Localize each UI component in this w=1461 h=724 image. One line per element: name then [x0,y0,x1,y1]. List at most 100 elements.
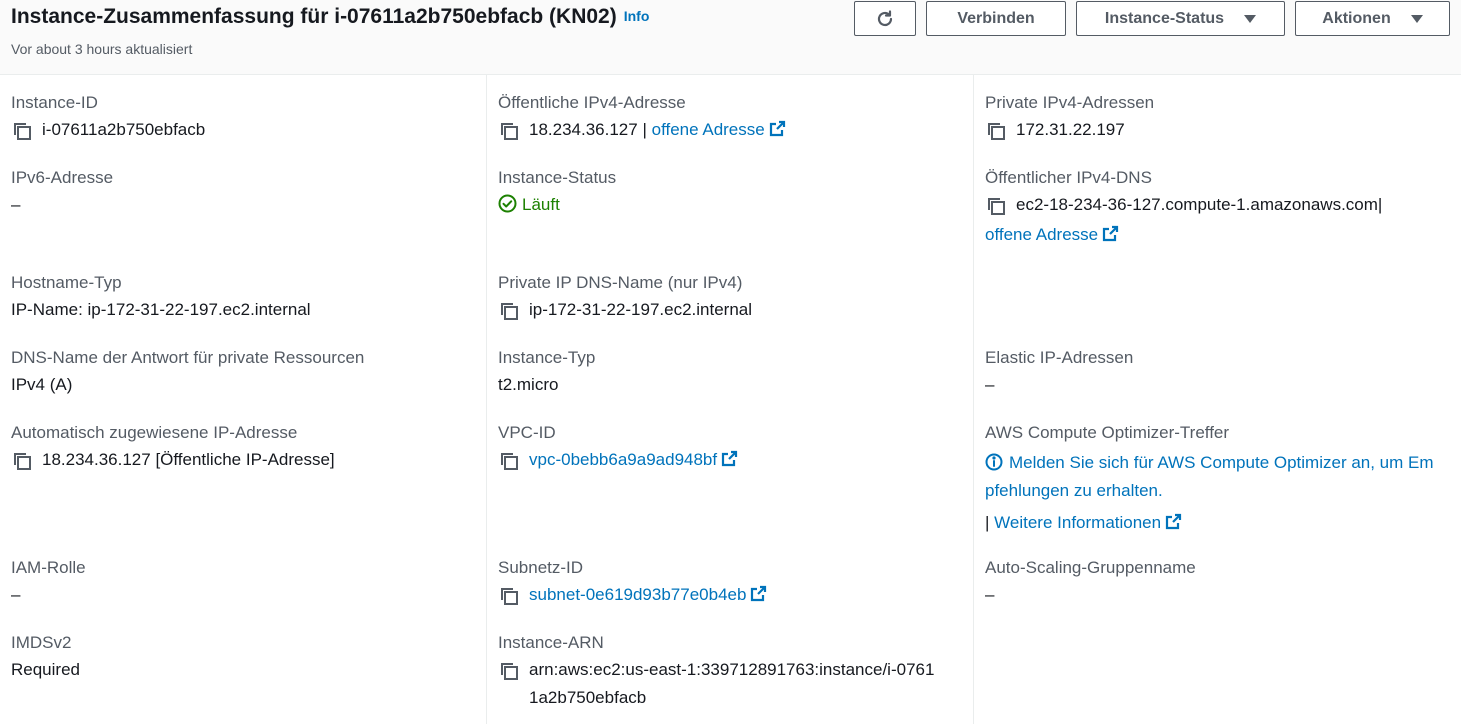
field-private-ipv4: Private IPv4-Adressen 172.31.22.197 [985,92,1455,141]
field-value-row: 18.234.36.127 | offene Adresse [498,119,967,141]
vpc-id-value: vpc-0bebb6a9a9ad948bf [529,450,718,469]
refresh-button[interactable] [854,1,916,36]
last-updated-text: Vor about 3 hours aktualisiert [11,41,193,57]
copy-icon[interactable] [498,120,520,142]
field-value-row: arn:aws:ec2:us-east-1:339712891763:insta… [498,659,967,712]
field-label: Instance-Status [498,168,617,187]
connect-button-label: Verbinden [957,9,1035,27]
external-link-icon [1103,225,1119,242]
imdsv2-value: Required [11,660,80,679]
field-ipv6: IPv6-Adresse – [11,167,480,216]
field-value-row: subnet-0e619d93b77e0b4eb [498,584,967,606]
instance-arn-line2: 1a2b750ebfacb [529,688,647,707]
field-label: IPv6-Adresse [11,168,114,187]
field-dns-answer: DNS-Name der Antwort für private Ressour… [11,347,480,396]
field-label: Subnetz-ID [498,558,584,577]
page-title-text: Instance-Zusammenfassung für i-07611a2b7… [11,5,617,28]
instance-status-dropdown[interactable]: Instance-Status [1076,1,1285,36]
open-address-link[interactable]: offene Adresse [652,120,786,139]
field-value-row: 18.234.36.127 [Öffentliche IP-Adresse] [11,449,480,471]
field-label: VPC-ID [498,423,556,442]
field-imdsv2: IMDSv2 Required [11,632,480,681]
field-label: AWS Compute Optimizer-Treffer [985,423,1230,442]
field-label: Instance-ID [11,93,98,112]
instance-id-value: i-07611a2b750ebfacb [42,120,206,139]
caret-down-icon [1244,14,1257,23]
public-ipv4-value: 18.234.36.127 [529,120,638,139]
hostname-type-value: IP-Name: ip-172-31-22-197.ec2.internal [11,300,311,319]
copy-icon[interactable] [985,120,1007,142]
check-circle-icon [498,194,517,213]
field-label: Automatisch zugewiesene IP-Adresse [11,423,298,442]
subnet-id-link[interactable]: subnet-0e619d93b77e0b4eb [529,584,767,606]
open-address-link-label: offene Adresse [985,225,1099,244]
field-label: Elastic IP-Adressen [985,348,1134,367]
info-circle-icon [985,453,1003,471]
field-value-row: vpc-0bebb6a9a9ad948bf [498,449,967,471]
details-column-2: Öffentliche IPv4-Adresse 18.234.36.127 |… [486,75,973,724]
field-instance-arn: Instance-ARN arn:aws:ec2:us-east-1:33971… [498,632,967,712]
instance-status-dropdown-label: Instance-Status [1104,9,1225,27]
public-dns-value: ec2-18-234-36-127.compute-1.amazonaws.co… [1016,195,1378,214]
refresh-icon [877,9,893,26]
field-label: Instance-Typ [498,348,596,367]
copy-icon[interactable] [11,450,33,472]
field-instance-status: Instance-Status Läuft [498,167,967,216]
vpc-id-link[interactable]: vpc-0bebb6a9a9ad948bf [529,449,738,471]
field-label: Hostname-Typ [11,273,122,292]
separator: | [1377,195,1383,214]
auto-ip-value: 18.234.36.127 [Öffentliche IP-Adresse] [42,450,335,469]
instance-status-value: Läuft [522,195,560,214]
dns-answer-value: IPv4 (A) [11,375,73,394]
copy-icon[interactable] [498,450,520,472]
field-compute-optimizer: AWS Compute Optimizer-Treffer Melden Sie… [985,422,1455,534]
actions-dropdown-label: Aktionen [1322,9,1391,27]
copy-icon[interactable] [498,300,520,322]
iam-role-value: – [11,585,21,604]
subnet-id-value: subnet-0e619d93b77e0b4eb [529,585,747,604]
field-vpc-id: VPC-ID vpc-0bebb6a9a9ad948bf [498,422,967,471]
field-private-dns: Private IP DNS-Name (nur IPv4) ip-172-31… [498,272,967,321]
open-address-link[interactable]: offene Adresse [985,225,1119,244]
field-value-row: ip-172-31-22-197.ec2.internal [498,299,967,321]
copy-icon[interactable] [498,660,520,682]
field-value-row: ec2-18-234-36-127.compute-1.amazonaws.co… [985,194,1455,216]
field-subnet-id: Subnetz-ID subnet-0e619d93b77e0b4eb [498,557,967,606]
separator: | [642,120,647,139]
copy-icon[interactable] [985,195,1007,217]
optimizer-signup-link[interactable]: Melden Sie sich für AWS Compute Optimize… [985,449,1455,505]
field-value-row: | Weitere Informationen [985,512,1455,534]
copy-icon[interactable] [498,585,520,607]
more-info-link[interactable]: Weitere Informationen [994,513,1182,532]
field-label: Instance-ARN [498,633,604,652]
external-link-icon [722,450,738,467]
field-label: Auto-Scaling-Gruppenname [985,558,1196,577]
connect-button[interactable]: Verbinden [926,1,1066,36]
details-column-1: Instance-ID i-07611a2b750ebfacb IPv6-Adr… [0,75,486,724]
instance-type-value: t2.micro [498,375,559,394]
field-label: IAM-Rolle [11,558,86,577]
field-value-row: 172.31.22.197 [985,119,1455,141]
info-link[interactable]: Info [624,8,650,24]
external-link-icon [769,120,785,137]
asg-name-value: – [985,585,995,604]
field-label: Private IPv4-Adressen [985,93,1155,112]
private-dns-value: ip-172-31-22-197.ec2.internal [529,300,753,319]
copy-icon[interactable] [11,120,33,142]
page-title: Instance-Zusammenfassung für i-07611a2b7… [11,5,649,29]
field-elastic-ip: Elastic IP-Adressen – [985,347,1455,396]
more-info-link-label: Weitere Informationen [994,513,1162,532]
optimizer-signup-line2: pfehlungen zu erhalten. [985,481,1163,500]
actions-dropdown[interactable]: Aktionen [1295,1,1450,36]
instance-status-value-row: Läuft [498,194,967,216]
field-asg-name: Auto-Scaling-Gruppenname – [985,557,1455,606]
field-label: Öffentlicher IPv4-DNS [985,168,1152,187]
field-label: Private IP DNS-Name (nur IPv4) [498,273,743,292]
external-link-icon [751,585,767,602]
field-instance-type: Instance-Typ t2.micro [498,347,967,396]
field-hostname-type: Hostname-Typ IP-Name: ip-172-31-22-197.e… [11,272,480,321]
instance-arn-line1: arn:aws:ec2:us-east-1:339712891763:insta… [529,660,935,679]
field-auto-ip: Automatisch zugewiesene IP-Adresse 18.23… [11,422,480,471]
private-ipv4-value: 172.31.22.197 [1016,120,1125,139]
external-link-icon [1165,513,1182,530]
